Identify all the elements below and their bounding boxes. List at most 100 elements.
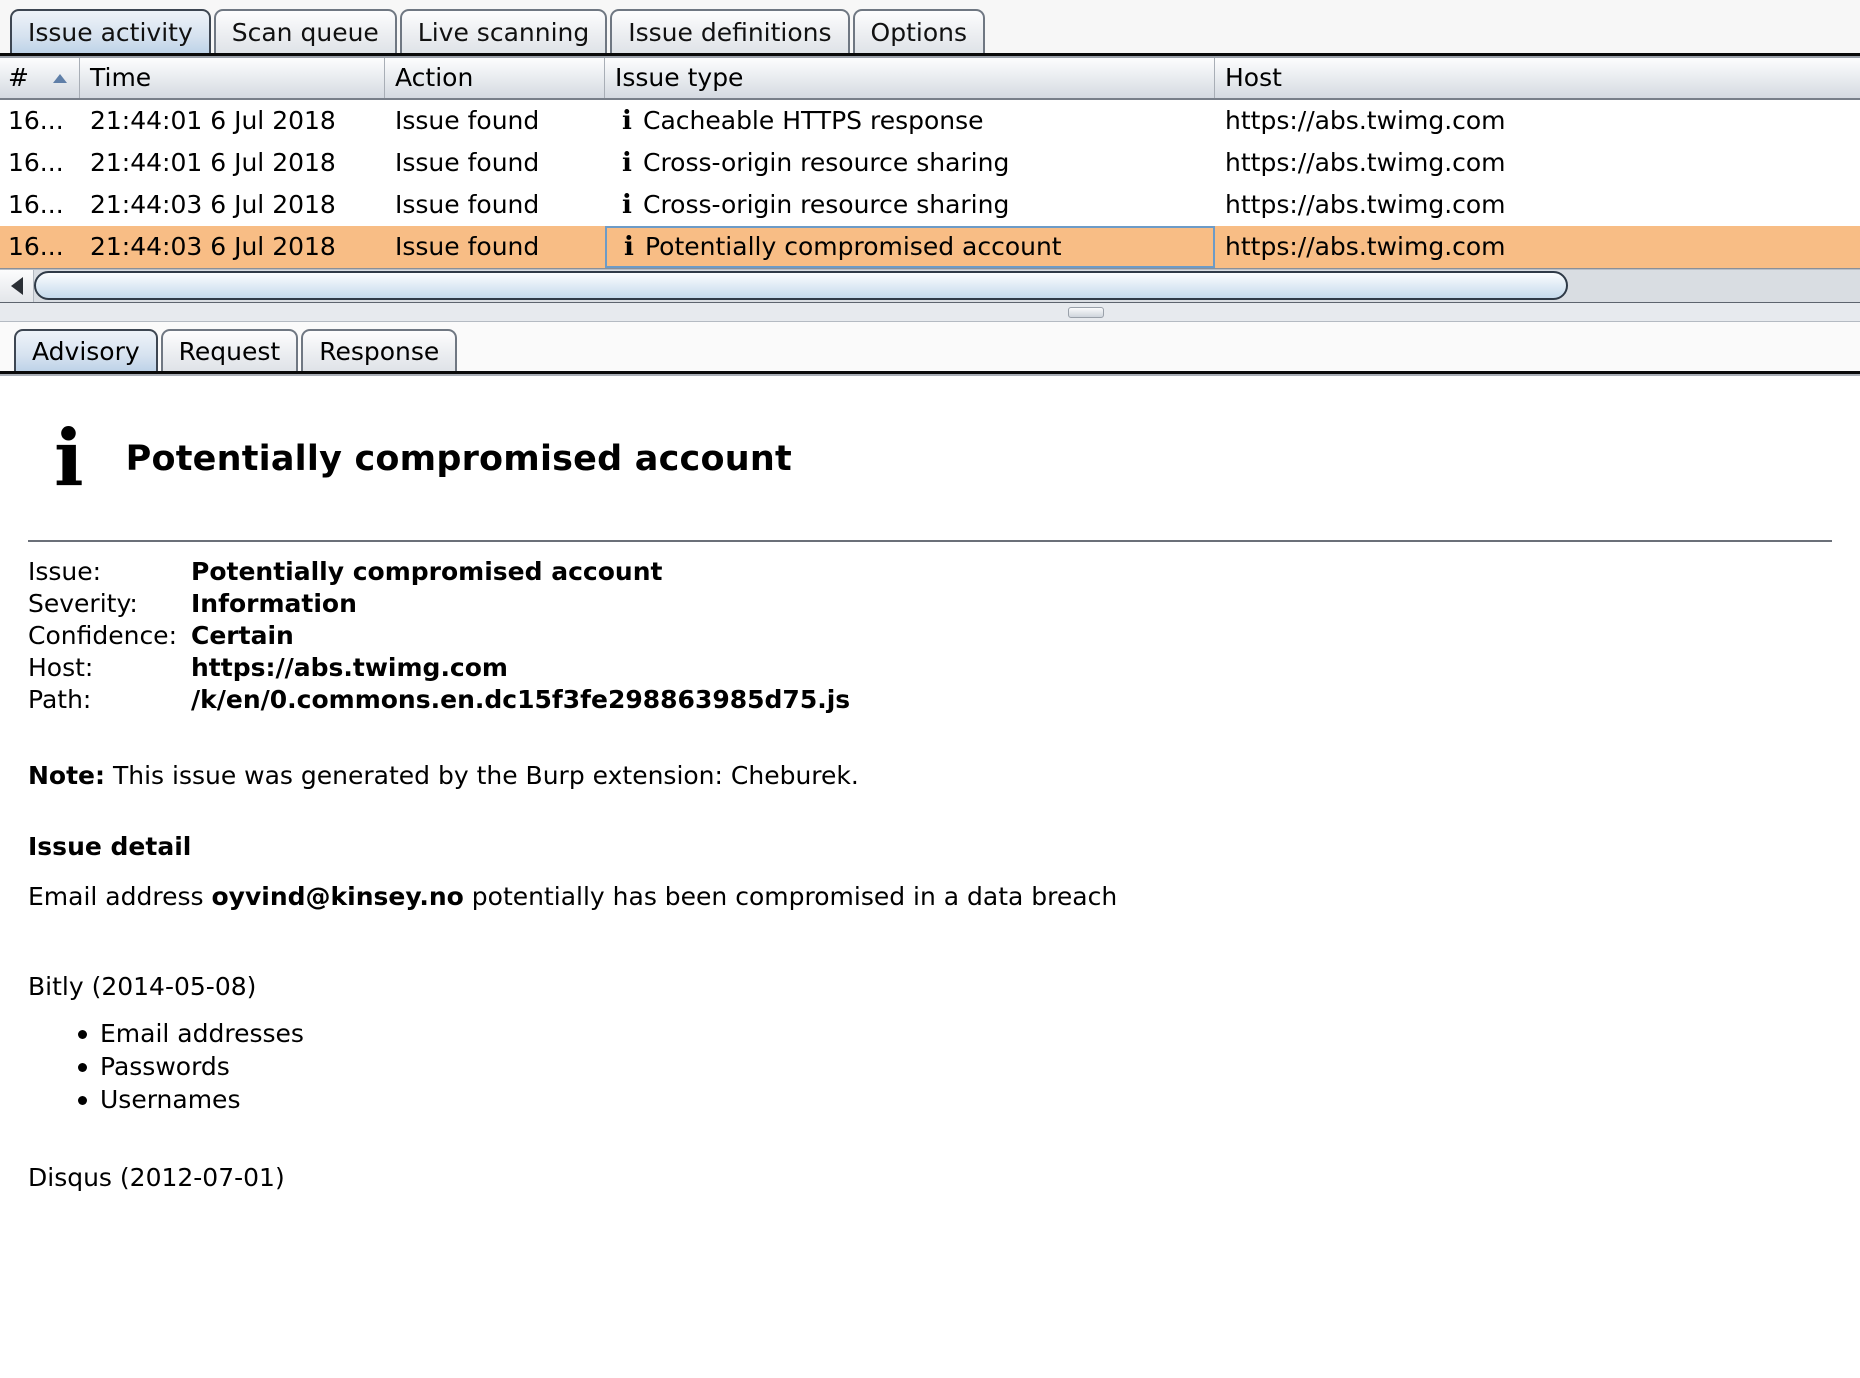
metadata-row-host: Host: https://abs.twimg.com (28, 652, 1832, 684)
breach-title: Bitly (2014-05-08) (28, 972, 257, 1001)
cell-issue-type-label: Cacheable HTTPS response (643, 106, 984, 135)
cell-issue-type: i Cross-origin resource sharing (605, 142, 1215, 184)
cell-action: Issue found (395, 190, 540, 219)
metadata-key: Issue: (28, 557, 102, 586)
column-header-label: # (8, 63, 29, 92)
table-row[interactable]: 16... 21:44:01 6 Jul 2018 Issue found i … (0, 142, 1860, 184)
info-icon: i (622, 106, 632, 136)
column-header-action[interactable]: Action (385, 58, 605, 98)
issue-detail-heading: Issue detail (28, 832, 192, 861)
detail-tabs-bar: Advisory Request Response (0, 322, 1860, 374)
triangle-left-icon (10, 276, 23, 295)
info-icon: i (622, 190, 632, 220)
info-icon: i (624, 232, 634, 262)
metadata-key: Path: (28, 685, 92, 714)
cell-host: https://abs.twimg.com (1225, 106, 1506, 135)
sort-ascending-icon (53, 74, 67, 83)
cell-issue-type-label: Cross-origin resource sharing (643, 190, 1010, 219)
issue-detail-text: Email address oyvind@kinsey.no potential… (28, 881, 1832, 913)
cell-host: https://abs.twimg.com (1225, 190, 1506, 219)
column-header-issue-type[interactable]: Issue type (605, 58, 1215, 98)
detail-email: oyvind@kinsey.no (211, 882, 464, 911)
cell-number: 16... (8, 148, 64, 177)
cell-number: 16... (8, 232, 64, 261)
metadata-row-path: Path: /k/en/0.commons.en.dc15f3fe2988639… (28, 684, 1832, 716)
column-header-label: Time (90, 63, 152, 92)
tab-label: Response (319, 337, 440, 366)
note-text: This issue was generated by the Burp ext… (105, 761, 859, 790)
metadata-value: Certain (191, 621, 294, 650)
cell-issue-type: i Cross-origin resource sharing (605, 184, 1215, 226)
note-label: Note: (28, 761, 106, 790)
metadata-key: Host: (28, 653, 94, 682)
cell-number: 16... (8, 106, 64, 135)
list-item: Email addresses (78, 1017, 1832, 1050)
issue-table-body: 16... 21:44:01 6 Jul 2018 Issue found i … (0, 100, 1860, 268)
scrollbar-track[interactable] (34, 269, 1860, 302)
breach-title: Disqus (2012-07-01) (28, 1163, 285, 1192)
issue-metadata: Issue: Potentially compromised account S… (28, 556, 1832, 716)
tab-label: Issue definitions (628, 18, 832, 47)
table-row[interactable]: 16... 21:44:01 6 Jul 2018 Issue found i … (0, 100, 1860, 142)
cell-issue-type-label: Potentially compromised account (645, 232, 1062, 261)
advisory-header: i Potentially compromised account (28, 376, 1832, 498)
list-item: Passwords (78, 1050, 1832, 1083)
cell-number: 16... (8, 190, 64, 219)
metadata-row-confidence: Confidence: Certain (28, 620, 1832, 652)
tab-issue-activity[interactable]: Issue activity (10, 9, 211, 53)
cell-time: 21:44:03 6 Jul 2018 (90, 190, 336, 219)
tab-response[interactable]: Response (301, 329, 458, 371)
cell-issue-type: i Cacheable HTTPS response (605, 100, 1215, 142)
metadata-value: Information (191, 589, 357, 618)
cell-time: 21:44:03 6 Jul 2018 (90, 232, 336, 261)
tab-label: Advisory (32, 337, 140, 366)
issue-table: # Time Action Issue type Host 16... 21:4… (0, 56, 1860, 269)
splitter-grip[interactable] (1068, 307, 1104, 318)
issue-tabs-bar: Issue activity Scan queue Live scanning … (0, 0, 1860, 56)
breach-entry: Disqus (2012-07-01) (28, 1162, 1832, 1194)
cell-host: https://abs.twimg.com (1225, 148, 1506, 177)
list-item: Usernames (78, 1083, 1832, 1116)
tab-label: Scan queue (231, 18, 379, 47)
column-header-number[interactable]: # (0, 58, 80, 98)
tab-issue-definitions[interactable]: Issue definitions (610, 9, 850, 53)
tab-advisory[interactable]: Advisory (14, 329, 158, 371)
panel-splitter[interactable] (0, 303, 1860, 322)
metadata-value: /k/en/0.commons.en.dc15f3fe298863985d75.… (191, 685, 851, 714)
tab-options[interactable]: Options (852, 9, 985, 53)
cell-action: Issue found (395, 148, 540, 177)
column-header-host[interactable]: Host (1215, 58, 1860, 98)
metadata-key: Severity: (28, 589, 138, 618)
advisory-note: Note: This issue was generated by the Bu… (28, 760, 1832, 792)
divider (28, 540, 1832, 542)
page-title: Potentially compromised account (125, 439, 792, 479)
metadata-value: Potentially compromised account (191, 557, 663, 586)
cell-issue-type-label: Cross-origin resource sharing (643, 148, 1010, 177)
table-row-selected[interactable]: 16... 21:44:03 6 Jul 2018 Issue found i … (0, 226, 1860, 268)
metadata-key: Confidence: (28, 621, 177, 650)
cell-issue-type: i Potentially compromised account (605, 226, 1215, 268)
scroll-left-button[interactable] (0, 269, 34, 302)
column-header-time[interactable]: Time (80, 58, 385, 98)
cell-action: Issue found (395, 232, 540, 261)
metadata-row-severity: Severity: Information (28, 588, 1832, 620)
cell-time: 21:44:01 6 Jul 2018 (90, 106, 336, 135)
issue-tabs: Issue activity Scan queue Live scanning … (0, 0, 1860, 53)
scrollbar-thumb[interactable] (34, 270, 1568, 300)
cell-host: https://abs.twimg.com (1225, 232, 1506, 261)
tab-scan-queue[interactable]: Scan queue (213, 9, 397, 53)
info-icon: i (622, 148, 632, 178)
horizontal-scrollbar[interactable] (0, 269, 1860, 303)
tab-label: Issue activity (28, 18, 193, 47)
table-row[interactable]: 16... 21:44:03 6 Jul 2018 Issue found i … (0, 184, 1860, 226)
breach-data-list: Email addresses Passwords Usernames (28, 1017, 1832, 1116)
metadata-value: https://abs.twimg.com (191, 653, 508, 682)
detail-tabs: Advisory Request Response (0, 322, 1860, 371)
tab-request[interactable]: Request (160, 329, 299, 371)
detail-suffix: potentially has been compromised in a da… (463, 882, 1118, 911)
issue-table-header: # Time Action Issue type Host (0, 56, 1860, 100)
column-header-label: Action (395, 63, 474, 92)
info-icon-large: i (54, 413, 84, 504)
tab-live-scanning[interactable]: Live scanning (399, 9, 608, 53)
detail-prefix: Email address (28, 882, 212, 911)
